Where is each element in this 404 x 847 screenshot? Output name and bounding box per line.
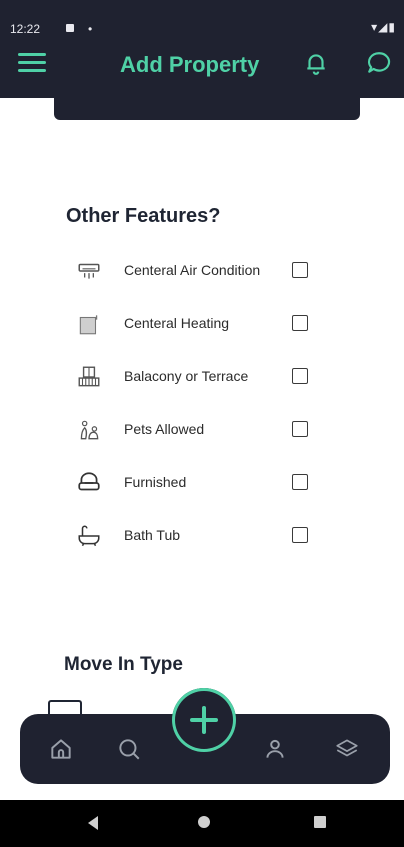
- pets-checkbox[interactable]: [292, 421, 308, 437]
- heating-icon: [79, 315, 98, 335]
- feature-bathtub: Bath Tub: [76, 521, 336, 553]
- pets-icon: [80, 420, 99, 440]
- air-conditioner-icon: [78, 263, 100, 279]
- header-extension: [54, 98, 360, 120]
- chat-icon[interactable]: [366, 50, 392, 76]
- feature-furnished: Furnished: [76, 468, 336, 500]
- feature-label: Balacony or Terrace: [124, 368, 249, 384]
- back-icon[interactable]: [86, 815, 100, 831]
- status-signal-icons: ▾◢▮: [371, 20, 396, 34]
- status-time: 12:22: [10, 22, 41, 36]
- feature-label: Bath Tub: [124, 527, 181, 543]
- feature-label: Centeral Heating: [124, 315, 230, 331]
- home-system-icon[interactable]: [198, 816, 210, 828]
- balcony-checkbox[interactable]: [292, 368, 308, 384]
- profile-icon[interactable]: [262, 736, 288, 762]
- feature-air-condition: Centeral Air Condition: [76, 256, 336, 288]
- notification-icon: [66, 24, 74, 32]
- section-title: Other Features?: [66, 205, 221, 227]
- home-icon[interactable]: [48, 736, 74, 762]
- sofa-icon: [78, 472, 100, 491]
- bell-icon[interactable]: [303, 50, 329, 76]
- bathtub-checkbox[interactable]: [292, 527, 308, 543]
- page-title: Add Property: [120, 52, 260, 77]
- menu-icon[interactable]: [18, 53, 46, 73]
- furnished-checkbox[interactable]: [292, 474, 308, 490]
- balcony-icon: [78, 366, 100, 387]
- air-condition-checkbox[interactable]: [292, 262, 308, 278]
- bathtub-icon: [78, 525, 100, 547]
- heating-checkbox[interactable]: [292, 315, 308, 331]
- feature-balcony: Balacony or Terrace: [76, 362, 336, 394]
- feature-label: Pets Allowed: [124, 421, 205, 437]
- feature-pets: Pets Allowed: [76, 415, 336, 447]
- feature-label: Centeral Air Condition: [124, 262, 261, 278]
- app-header: 12:22 • ▾◢▮ Add Property: [0, 0, 404, 98]
- search-icon[interactable]: [116, 736, 142, 762]
- move-in-option-icon: [48, 700, 82, 714]
- status-dot: •: [88, 22, 93, 36]
- add-icon[interactable]: [172, 688, 236, 752]
- layers-icon[interactable]: [334, 736, 360, 762]
- system-nav-bar: [0, 800, 404, 847]
- move-in-title: Move In Type: [64, 654, 183, 675]
- recent-apps-icon[interactable]: [314, 816, 326, 828]
- feature-label: Furnished: [124, 474, 187, 490]
- feature-heating: Centeral Heating: [76, 309, 336, 341]
